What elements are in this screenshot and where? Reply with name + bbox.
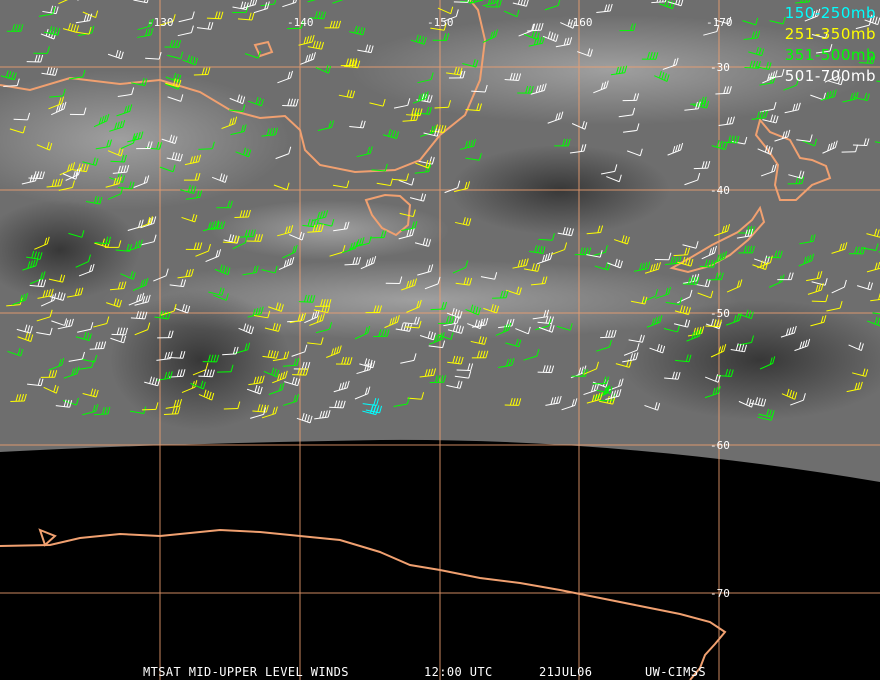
latitude-label: -60 [710, 439, 730, 452]
legend-item-251-350mb: 251-350mb [784, 25, 876, 43]
footer-time: 12:00 UTC [424, 665, 493, 679]
footer-satellite: MTSAT MID-UPPER LEVEL WINDS [143, 665, 349, 679]
satellite-wind-map: -130 -140 -150 -160 -170 -30 -40 -50 -60… [0, 0, 880, 680]
antarctica-coastline [0, 528, 727, 680]
legend-item-150-250mb: 150-250mb [784, 4, 876, 22]
longitude-label: -160 [566, 16, 593, 29]
latitude-label: -30 [710, 61, 730, 74]
legend-item-501-700mb: 501-700mb [784, 67, 876, 85]
island-coastline [38, 528, 57, 547]
longitude-label: -130 [147, 16, 174, 29]
longitude-label: -170 [706, 16, 733, 29]
latitude-label: -50 [710, 307, 730, 320]
footer-source: UW-CIMSS [645, 665, 706, 679]
footer-date: 21JUL06 [539, 665, 593, 679]
legend-item-351-500mb: 351-500mb [784, 46, 876, 64]
latitude-label: -40 [710, 184, 730, 197]
latitude-label: -70 [710, 587, 730, 600]
satellite-imagery: -130 -140 -150 -160 -170 -30 -40 -50 -60… [0, 0, 880, 680]
longitude-label: -150 [427, 16, 454, 29]
longitude-label: -140 [287, 16, 314, 29]
